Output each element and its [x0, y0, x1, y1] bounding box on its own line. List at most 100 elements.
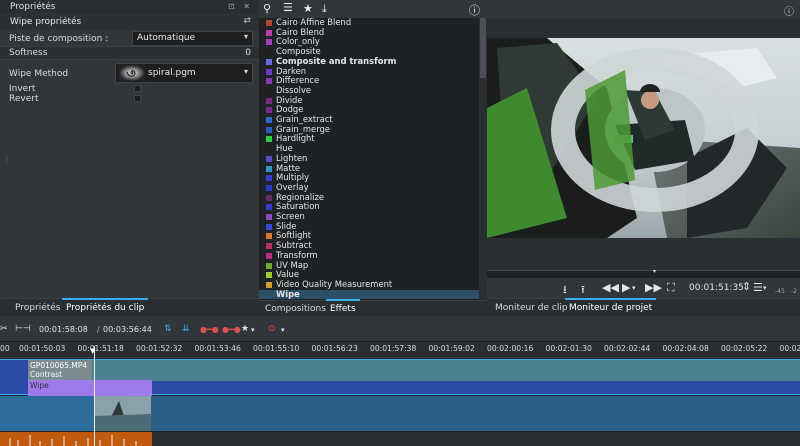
monitor-timeline-ruler[interactable]: ▾ — [487, 268, 800, 278]
panel-window-buttons[interactable]: ⊡ ✕ — [228, 2, 253, 11]
menu-chevron-icon[interactable]: ▾ — [763, 284, 767, 292]
timeline-ruler[interactable]: 00 00:01:50:03 00:01:51:18 00:01:52:32 00:0… — [0, 342, 800, 358]
monitor-controls: ⭳ ⭱ ◀◀ ▶ ▾ ▶▶ ⛶ 00:01:51:35 ⇕ ☰ ▾ -45 -2 — [487, 278, 800, 298]
effect-type-icon — [266, 58, 272, 65]
record-chevron-icon[interactable]: ▾ — [281, 326, 285, 334]
invert-label: Invert — [9, 84, 36, 94]
overwrite-icon[interactable]: ⇊ — [182, 324, 190, 334]
video-track-lower[interactable] — [0, 396, 800, 431]
play-icon[interactable]: ▶ — [622, 281, 630, 294]
tab-clip-properties[interactable]: Propriétés du clip — [61, 298, 149, 313]
rewind-icon[interactable]: ◀◀ — [602, 281, 619, 294]
clip-name: GP010065.MP4 — [30, 361, 88, 370]
splitter-handle[interactable]: ⋮ — [3, 155, 11, 164]
effect-type-icon — [266, 97, 272, 104]
favorite-effect-icon[interactable]: ★ — [241, 324, 249, 334]
playhead-head[interactable]: ▼ — [90, 347, 95, 355]
compositions-panel: ⚲ ☰ ★ ⤓ ⓘ Cairo Affine Blend Cairo Blend C… — [259, 0, 487, 316]
ruler-tick-label: 00:01:57:38 — [370, 344, 417, 353]
composition-header: Wipe propriétés ⇄ — [0, 15, 259, 30]
video-frame — [487, 38, 800, 238]
softness-value: 0 — [245, 48, 251, 58]
softness-slider[interactable]: Softness 0 — [0, 46, 259, 60]
effect-type-icon — [266, 243, 272, 250]
search-icon[interactable]: ⚲ — [263, 2, 271, 15]
compositions-toolbar: ⚲ ☰ ★ ⤓ ⓘ — [259, 0, 487, 18]
video-preview[interactable] — [487, 18, 800, 270]
effect-type-icon — [266, 204, 272, 211]
effect-type-icon — [266, 117, 272, 123]
download-icon[interactable]: ⤓ — [322, 2, 327, 16]
forward-icon[interactable]: ▶▶ — [645, 281, 662, 294]
effect-type-icon — [266, 78, 272, 85]
favorite-chevron-icon[interactable]: ▾ — [251, 326, 255, 334]
piste-select[interactable]: Automatique ▾ — [132, 31, 253, 46]
record-icon[interactable]: ⊙ — [268, 324, 276, 334]
invert-checkbox[interactable] — [134, 85, 141, 92]
tab-effects[interactable]: Effets — [326, 299, 360, 314]
audio-clip[interactable] — [0, 432, 152, 446]
lift-icon[interactable]: ●━● — [200, 325, 219, 334]
compositions-list: Cairo Affine Blend Cairo Blend Color_only C… — [259, 18, 479, 300]
effect-type-icon — [266, 252, 272, 259]
extract-icon[interactable]: ●━● — [222, 325, 241, 334]
monitor-info-icon[interactable]: ⓘ — [784, 3, 794, 18]
timeline-playhead[interactable] — [94, 346, 95, 446]
effect-type-icon — [266, 262, 272, 269]
revert-checkbox[interactable] — [134, 95, 141, 102]
ruler-tick-label: 00:02:01:30 — [545, 344, 592, 353]
effect-type-icon — [266, 20, 272, 26]
effect-type-icon — [266, 233, 272, 240]
insert-icon[interactable]: ⇅ — [164, 324, 172, 334]
ruler-tick-label: 00:02:00:16 — [487, 344, 534, 353]
composition-label: Wipe — [30, 381, 49, 390]
wipe-method-value: spiral.pgm — [148, 68, 196, 78]
audio-level-label-1: -45 — [775, 288, 785, 295]
favorites-star-icon[interactable]: ★ — [303, 2, 313, 15]
timeline-duration: 00:03:56:44 — [103, 325, 152, 334]
lower-clip-thumbnail[interactable] — [94, 396, 151, 431]
spiral-thumbnail — [119, 65, 145, 81]
audio-waveform — [9, 435, 137, 446]
play-menu-chevron-icon[interactable]: ▾ — [632, 284, 636, 292]
chevron-down-icon: ▾ — [243, 32, 248, 41]
wipe-method-select[interactable]: spiral.pgm ▾ — [115, 63, 253, 83]
ruler-tick-label: 00:01:50:03 — [19, 344, 66, 353]
ruler-tick-label: 00:01:55:10 — [253, 344, 300, 353]
audio-level-label-2: -2 — [791, 288, 797, 295]
ruler-tick-label: 00:01:52:32 — [136, 344, 183, 353]
monitor-timecode[interactable]: 00:01:51:35 — [689, 283, 744, 293]
monitor-panel: ⓘ ▾ ⭳ ⭱ ◀◀ ▶ ▾ ▶▶ ⛶ 00:01:51:35 ⇕ ☰ ▾ -4… — [487, 0, 800, 316]
list-view-icon[interactable]: ☰ — [283, 1, 293, 14]
composition-track: GP010065.MP4 Contrast Wipe — [0, 359, 800, 396]
effect-type-icon — [266, 39, 272, 46]
ruler-tick-label: 00:01:59:02 — [428, 344, 475, 353]
effect-type-icon — [266, 29, 272, 36]
tab-project-monitor[interactable]: Moniteur de projet — [564, 298, 657, 313]
track-mode-icon[interactable]: ⊢⊣ — [15, 324, 31, 334]
playhead-marker[interactable]: ▾ — [653, 268, 656, 275]
ruler-tick-label: 00:01:56:23 — [311, 344, 358, 353]
menu-icon[interactable]: ☰ — [753, 281, 763, 294]
reset-icon[interactable]: ⇄ — [243, 16, 251, 26]
scrollbar-thumb[interactable] — [480, 18, 486, 78]
effect-type-icon — [266, 165, 272, 172]
effect-type-icon — [266, 126, 272, 133]
list-scrollbar[interactable] — [479, 18, 487, 300]
video-clip-body[interactable] — [92, 360, 800, 381]
tab-clip-monitor[interactable]: Moniteur de clip — [495, 303, 568, 313]
tab-properties[interactable]: Propriétés — [15, 303, 60, 313]
info-icon[interactable]: ⓘ — [469, 2, 480, 18]
effect-type-icon — [266, 68, 272, 75]
effect-list-item[interactable]: Wipe — [259, 289, 479, 300]
lower-clip[interactable] — [0, 396, 94, 431]
properties-tabs: Propriétés Propriétés du clip — [0, 298, 259, 316]
piste-select-value: Automatique — [137, 33, 196, 43]
razor-icon[interactable]: ✂ — [0, 324, 8, 334]
chevron-down-icon: ▾ — [243, 67, 248, 76]
timecode-spin-icon[interactable]: ⇕ — [742, 280, 751, 293]
fullscreen-icon[interactable]: ⛶ — [667, 281, 675, 295]
tab-compositions[interactable]: Compositions — [265, 304, 326, 314]
wipe-composition[interactable]: Wipe — [28, 380, 152, 396]
effect-type-icon — [266, 87, 272, 94]
